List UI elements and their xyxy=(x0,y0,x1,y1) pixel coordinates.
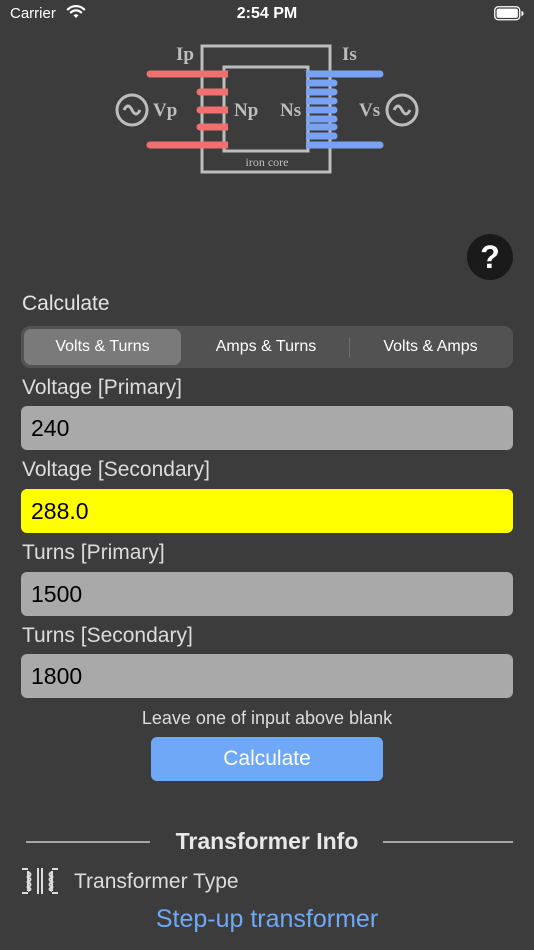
divider-right xyxy=(383,841,513,843)
status-bar: Carrier 2:54 PM xyxy=(0,0,534,28)
voltage-primary-label: Voltage [Primary] xyxy=(22,376,182,399)
blank-input-hint: Leave one of input above blank xyxy=(141,708,393,728)
segment-divider xyxy=(349,337,350,357)
transformer-icon xyxy=(20,866,60,901)
calculate-title: Calculate xyxy=(22,292,110,315)
turns-secondary-label: Turns [Secondary] xyxy=(22,624,193,647)
transformer-diagram: Ip Is Vp Np Ns Vs iron core xyxy=(110,38,425,180)
label-np: Np xyxy=(234,100,258,121)
label-ip: Ip xyxy=(176,44,194,65)
turns-secondary-input[interactable]: 1800 xyxy=(21,654,513,698)
turns-primary-label: Turns [Primary] xyxy=(22,541,165,564)
calculate-button[interactable]: Calculate xyxy=(151,737,383,781)
tab-volts-amps[interactable]: Volts & Amps xyxy=(351,329,510,365)
label-vs: Vs xyxy=(359,100,380,121)
voltage-secondary-input[interactable]: 288.0 xyxy=(21,489,513,533)
clock: 2:54 PM xyxy=(236,5,298,22)
battery-icon xyxy=(494,6,524,26)
label-iron-core: iron core xyxy=(246,155,289,169)
tab-volts-turns[interactable]: Volts & Turns xyxy=(24,329,181,365)
tab-amps-turns[interactable]: Amps & Turns xyxy=(185,329,347,365)
help-button[interactable]: ? xyxy=(467,234,513,280)
label-vp: Vp xyxy=(153,100,177,121)
voltage-secondary-label: Voltage [Secondary] xyxy=(22,458,210,481)
label-is: Is xyxy=(342,44,357,65)
transformer-type-label: Transformer Type xyxy=(74,870,239,893)
label-ns: Ns xyxy=(280,100,301,121)
turns-primary-input[interactable]: 1500 xyxy=(21,572,513,616)
voltage-primary-input[interactable]: 240 xyxy=(21,406,513,450)
calculation-mode-picker: Volts & Turns Amps & Turns Volts & Amps xyxy=(21,326,513,368)
transformer-type-value: Step-up transformer xyxy=(155,905,379,933)
